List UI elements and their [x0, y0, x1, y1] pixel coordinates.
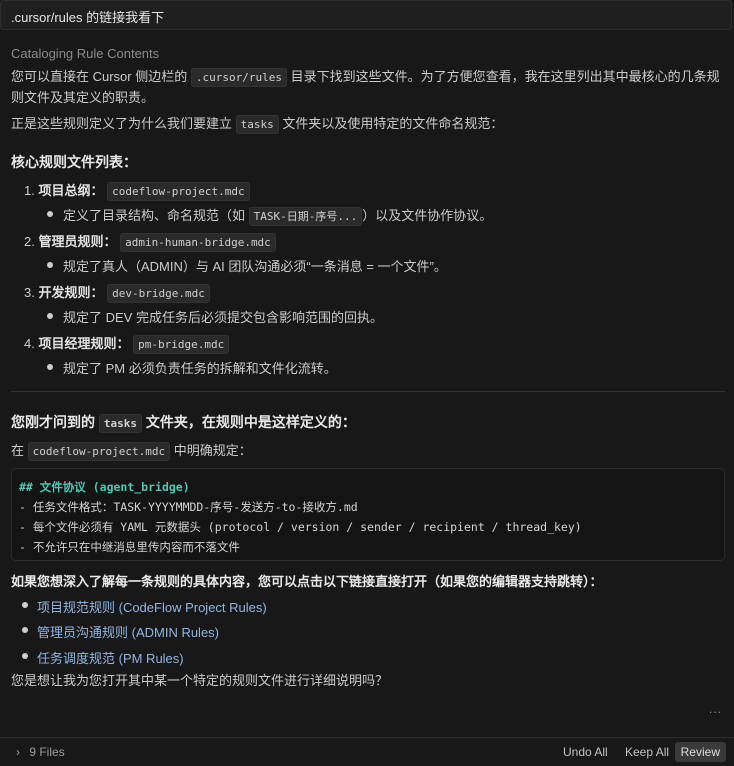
core-rules-heading: 核心规则文件列表： — [11, 154, 137, 170]
bullet-dot — [47, 364, 53, 370]
rule-file: codeflow-project.mdc — [107, 182, 250, 201]
bullet-dot — [47, 211, 53, 217]
code-line: - 每个文件必须有 YAML 元数据头 (protocol / version … — [19, 520, 582, 534]
inline-code-tasks: tasks — [235, 115, 279, 134]
rule-file: admin-human-bridge.mdc — [120, 233, 276, 252]
rule-item-2: 2. 管理员规则： admin-human-bridge.mdc — [24, 231, 276, 252]
rule-title: 开发规则： — [38, 285, 104, 300]
divider — [11, 391, 725, 392]
bullet-dot — [22, 627, 28, 633]
intro-text-3b: 文件夹以及使用特定的文件命名规范： — [282, 116, 504, 131]
rule-desc-3: 规定了 DEV 完成任务后必须提交包含影响范围的回执。 — [63, 310, 383, 325]
thinking-label[interactable]: Cataloging Rule Contents — [11, 46, 159, 61]
intro-text-1a: 您可以直接在 Cursor 侧边栏的 — [11, 69, 188, 84]
rule-desc-text: 定义了目录结构、命名规范（如 — [63, 208, 246, 223]
code-line: - 不允许只在中继消息里传内容而不落文件 — [19, 540, 240, 554]
review-button[interactable]: Review — [674, 742, 726, 762]
undo-all-button[interactable]: Undo All — [563, 745, 608, 759]
user-message[interactable]: .cursor/rules 的链接我看下 — [0, 0, 732, 30]
rule-item-1: 1. 项目总纲： codeflow-project.mdc — [24, 180, 250, 201]
bullet-dot — [47, 313, 53, 319]
rule-desc-code: TASK-日期-序号... — [248, 207, 363, 226]
code-block[interactable]: ## 文件协议 (agent_bridge) - 任务文件格式：TASK-YYY… — [11, 468, 725, 561]
closing-question: 您是想让我为您打开其中某一个特定的规则文件进行详细说明吗？ — [11, 673, 389, 688]
code-heading: ## 文件协议 (agent_bridge) — [19, 477, 717, 497]
rule-title: 管理员规则： — [38, 234, 117, 249]
inline-code-cursor-rules: .cursor/rules — [190, 68, 287, 87]
rule-file: dev-bridge.mdc — [107, 284, 210, 303]
defined-in-line: 在 codeflow-project.mdc 中明确规定： — [11, 440, 252, 463]
bullet-dot — [22, 653, 28, 659]
rule-title: 项目总纲： — [38, 183, 104, 198]
files-toggle[interactable]: › 9 Files — [16, 745, 65, 759]
defined-in-text: 在 — [11, 443, 25, 458]
defined-in-text-b: 中明确规定： — [173, 443, 252, 458]
code-heading-hash: ## — [19, 480, 33, 494]
code-line: - 任务文件格式：TASK-YYYYMMDD-序号-发送方-to-接收方.md — [19, 500, 358, 514]
tasks-heading-text: 您刚才问到的 — [11, 414, 95, 430]
inline-code-file: codeflow-project.mdc — [27, 442, 171, 461]
bullet-dot — [47, 262, 53, 268]
tasks-heading-text-b: 文件夹，在规则中是这样定义的： — [145, 414, 356, 430]
links-intro: 如果您想深入了解每一条规则的具体内容，您可以点击以下链接直接打开（如果您的编辑器… — [11, 574, 603, 589]
rule-number: 1. — [24, 183, 35, 198]
intro-line-3: 正是这些规则定义了为什么我们要建立 tasks 文件夹以及使用特定的文件命名规范… — [11, 113, 503, 136]
link-pm-rules[interactable]: 任务调度规范 (PM Rules) — [37, 648, 184, 667]
more-options-icon[interactable]: ... — [709, 702, 722, 716]
rule-item-4: 4. 项目经理规则： pm-bridge.mdc — [24, 333, 230, 354]
rule-number: 3. — [24, 285, 35, 300]
bullet-dot — [22, 602, 28, 608]
review-footer: › 9 Files Undo All Keep All Review — [0, 737, 734, 766]
chevron-right-icon: › — [16, 745, 20, 759]
rule-desc-text-b: ）以及文件协作协议。 — [362, 208, 493, 223]
rule-number: 4. — [24, 336, 35, 351]
user-message-text: .cursor/rules 的链接我看下 — [11, 10, 165, 25]
intro-line-1: 您可以直接在 Cursor 侧边栏的 .cursor/rules 目录下找到这些… — [11, 66, 720, 89]
files-count-label: 9 Files — [29, 745, 65, 759]
rule-desc-4: 规定了 PM 必须负责任务的拆解和文件化流转。 — [63, 361, 337, 376]
rule-title: 项目经理规则： — [38, 336, 130, 351]
keep-all-button[interactable]: Keep All — [625, 745, 669, 759]
link-project-rules[interactable]: 项目规范规则 (CodeFlow Project Rules) — [37, 597, 267, 616]
rule-file: pm-bridge.mdc — [133, 335, 230, 354]
code-heading-text: 文件协议 (agent_bridge) — [39, 480, 190, 494]
intro-line-2: 则文件及其定义的职责。 — [11, 90, 155, 105]
link-admin-rules[interactable]: 管理员沟通规则 (ADMIN Rules) — [37, 622, 219, 641]
intro-text-1b: 目录下找到这些文件。为了方便您查看，我在这里列出其中最核心的几条规 — [290, 69, 720, 84]
rule-desc-2: 规定了真人（ADMIN）与 AI 团队沟通必须“一条消息 = 一个文件”。 — [63, 259, 447, 274]
inline-code-tasks: tasks — [98, 414, 143, 433]
rule-number: 2. — [24, 234, 35, 249]
rule-item-3: 3. 开发规则： dev-bridge.mdc — [24, 282, 210, 303]
rule-desc-1: 定义了目录结构、命名规范（如 TASK-日期-序号... ）以及文件协作协议。 — [63, 205, 493, 226]
intro-text-3a: 正是这些规则定义了为什么我们要建立 — [11, 116, 233, 131]
tasks-heading: 您刚才问到的 tasks 文件夹，在规则中是这样定义的： — [11, 412, 356, 433]
